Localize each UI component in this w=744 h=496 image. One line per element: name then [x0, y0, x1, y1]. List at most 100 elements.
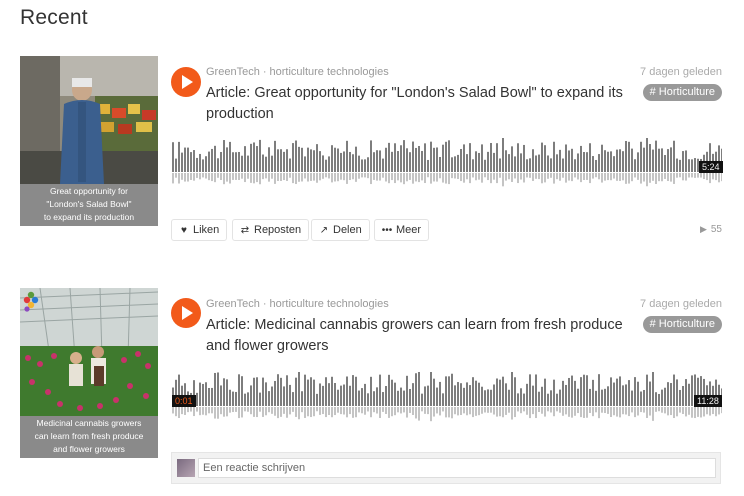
waveform-bar [685, 150, 687, 172]
waveform[interactable] [172, 138, 722, 188]
waveform-bar [640, 141, 642, 172]
waveform-bar [226, 147, 228, 172]
waveform-reflection [448, 173, 450, 185]
waveform-reflection [544, 173, 546, 183]
play-button[interactable] [171, 298, 201, 328]
waveform-reflection [475, 173, 477, 181]
waveform-reflection [547, 173, 549, 179]
uploader-name[interactable]: GreenTech [206, 66, 260, 78]
waveform-reflection [238, 407, 240, 419]
uploader-name[interactable]: GreenTech [206, 298, 260, 310]
waveform-bar [217, 372, 219, 406]
track-uploader[interactable]: GreenTech · horticulture technologies [206, 66, 389, 78]
waveform-bar [517, 393, 519, 406]
waveform-bar [466, 382, 468, 406]
waveform-bar [571, 148, 573, 172]
waveform-bar [454, 156, 456, 172]
waveform-bar [196, 157, 198, 172]
waveform-bar [337, 148, 339, 172]
waveform-reflection [499, 407, 501, 417]
play-button[interactable] [171, 67, 201, 97]
waveform-bar [553, 379, 555, 406]
like-button[interactable]: ♥ Liken [171, 219, 228, 241]
genre-tag[interactable]: # Horticulture [642, 84, 722, 101]
waveform-bar [532, 385, 534, 406]
waveform-reflection [190, 173, 192, 180]
waveform-reflection [559, 407, 561, 413]
waveform-reflection [337, 173, 339, 182]
waveform-reflection [712, 407, 714, 415]
track-title[interactable]: Article: Medicinal cannabis growers can … [206, 315, 626, 357]
waveform-reflection [379, 407, 381, 418]
uploader-subtitle[interactable]: horticulture technologies [269, 298, 388, 310]
waveform-reflection [493, 407, 495, 415]
waveform-bar [310, 377, 312, 406]
uploader-subtitle[interactable]: horticulture technologies [269, 66, 388, 78]
waveform-reflection [178, 407, 180, 418]
waveform-bar [604, 150, 606, 172]
waveform-bar [250, 385, 252, 406]
waveform-reflection [589, 407, 591, 413]
waveform-bar [331, 145, 333, 172]
waveform-bar [616, 378, 618, 406]
waveform-bar [445, 141, 447, 172]
waveform-reflection [496, 173, 498, 184]
waveform-reflection [352, 407, 354, 418]
waveform-reflection [202, 173, 204, 178]
waveform-reflection [682, 173, 684, 181]
waveform-reflection [235, 407, 237, 412]
waveform-bar [619, 376, 621, 406]
more-button[interactable]: ••• Meer [374, 219, 430, 241]
waveform-bar [652, 149, 654, 172]
waveform-bar [193, 150, 195, 172]
track-artwork[interactable]: Great opportunity for "London's Salad Bo… [20, 56, 158, 226]
waveform-bar [322, 385, 324, 406]
waveform-reflection [586, 173, 588, 180]
waveform-bar [403, 390, 405, 406]
comment-input[interactable]: Een reactie schrijven [198, 458, 716, 478]
waveform-bar [652, 372, 654, 406]
waveform-reflection [358, 173, 360, 179]
waveform-bar [505, 383, 507, 406]
waveform-reflection [523, 407, 525, 412]
waveform-bar [397, 151, 399, 172]
waveform-bar [658, 148, 660, 172]
track-uploader[interactable]: GreenTech · horticulture technologies [206, 298, 389, 310]
waveform-reflection [505, 407, 507, 415]
elapsed-time: 0:01 [172, 395, 196, 407]
waveform-reflection [244, 407, 246, 412]
waveform-reflection [511, 173, 513, 182]
waveform-reflection [553, 173, 555, 184]
track-duration: 5:24 [699, 161, 723, 173]
waveform-reflection [562, 173, 564, 178]
waveform-reflection [223, 173, 225, 185]
waveform-reflection [478, 407, 480, 416]
waveform-bar [223, 378, 225, 406]
waveform[interactable] [172, 372, 722, 422]
waveform-reflection [466, 407, 468, 416]
waveform-bar [244, 393, 246, 406]
waveform-bar [172, 142, 174, 172]
waveform-reflection [643, 173, 645, 182]
waveform-bar [544, 145, 546, 172]
waveform-reflection [412, 173, 414, 184]
waveform-bar [205, 382, 207, 406]
waveform-bar [403, 140, 405, 172]
heart-icon: ♥ [181, 225, 187, 236]
waveform-reflection [418, 407, 420, 421]
waveform-reflection [718, 407, 720, 415]
waveform-bar [343, 151, 345, 172]
waveform-bar [301, 391, 303, 406]
share-button[interactable]: ↗ Delen [311, 219, 370, 241]
genre-tag[interactable]: # Horticulture [642, 316, 722, 333]
waveform-bar [493, 152, 495, 172]
waveform-bar [256, 377, 258, 406]
track-artwork[interactable]: Medicinal cannabis growers can learn fro… [20, 288, 158, 458]
waveform-reflection [451, 407, 453, 419]
waveform-reflection [616, 407, 618, 417]
waveform-reflection [700, 173, 702, 178]
waveform-bar [496, 378, 498, 406]
repost-button[interactable]: ⇄ Reposten [232, 219, 310, 241]
waveform-bar [250, 143, 252, 172]
track-title[interactable]: Article: Great opportunity for "London's… [206, 83, 626, 125]
